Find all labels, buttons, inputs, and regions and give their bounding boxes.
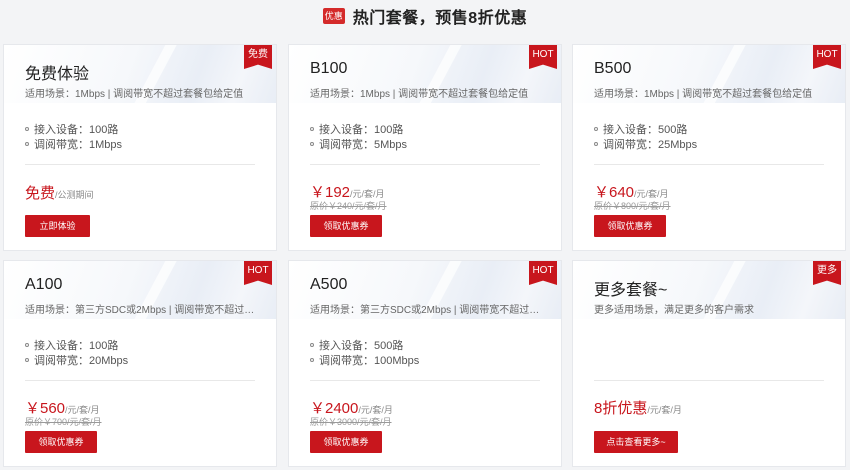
original-price: 原价￥240/元/套/月 [310,201,387,211]
plan-card-b100: HOT B100 适用场景：1Mbps | 调阅带宽不超过套餐包给定值 接入设备… [288,44,562,251]
feature-item: 调阅带宽：1Mbps [25,136,122,152]
feature-text: 接入设备：500路 [319,340,404,352]
feature-text: 调阅带宽：5Mbps [319,139,408,151]
feature-item: 调阅带宽：100Mbps [310,352,419,368]
plan-description: 更多适用场景，满足更多的客户需求 [594,305,754,316]
bullet-icon [25,127,29,132]
get-coupon-button[interactable]: 领取优惠券 [310,215,382,237]
plan-title: B500 [594,60,632,77]
plan-card-a100: HOT A100 适用场景：第三方SDC或2Mbps | 调阅带宽不超过套餐包给… [3,260,277,467]
get-coupon-button[interactable]: 领取优惠券 [25,431,97,453]
price-value: 免费 [25,185,56,202]
plan-description: 适用场景：第三方SDC或2Mbps | 调阅带宽不超过套餐包给定值 [310,305,545,316]
plan-title: 免费体验 [25,66,90,83]
bullet-icon [310,142,314,147]
plan-card-a500: HOT A500 适用场景：第三方SDC或2Mbps | 调阅带宽不超过套餐包给… [288,260,562,467]
feature-item: 调阅带宽：20Mbps [25,352,128,368]
price-value: 8折优惠 [594,400,648,417]
bullet-icon [25,358,29,363]
price-unit: /元/套/月 [647,405,682,415]
price-unit: /公测期间 [55,190,94,200]
bullet-icon [310,127,314,132]
feature-item: 调阅带宽：25Mbps [594,136,697,152]
divider [25,164,255,165]
page-header: 优惠 热门套餐，预售8折优惠 [0,0,850,32]
feature-item: 接入设备：100路 [310,121,403,137]
feature-item: 接入设备：500路 [310,337,403,353]
plan-description: 适用场景：1Mbps | 调阅带宽不超过套餐包给定值 [25,89,244,100]
price-unit: /元/套/月 [634,189,669,199]
plan-description: 适用场景：1Mbps | 调阅带宽不超过套餐包给定值 [310,89,529,100]
feature-text: 接入设备：100路 [34,124,119,136]
page-title: 热门套餐，预售8折优惠 [352,10,528,27]
plan-description: 适用场景：1Mbps | 调阅带宽不超过套餐包给定值 [594,89,813,100]
discount-icon: 优惠 [322,8,345,24]
feature-text: 接入设备：500路 [603,124,688,136]
bullet-icon [25,343,29,348]
bullet-icon [310,358,314,363]
get-coupon-button[interactable]: 领取优惠券 [310,431,382,453]
feature-text: 接入设备：100路 [319,124,404,136]
divider [310,380,540,381]
divider [594,380,824,381]
plan-title: A500 [310,276,348,293]
feature-text: 调阅带宽：20Mbps [34,355,129,367]
plan-price: 8折优惠/元/套/月 [594,397,682,418]
original-price: 原价￥800/元/套/月 [594,201,671,211]
bullet-icon [310,343,314,348]
bullet-icon [594,142,598,147]
plan-card-free: 免费 免费体验 适用场景：1Mbps | 调阅带宽不超过套餐包给定值 接入设备：… [3,44,277,251]
feature-item: 接入设备：100路 [25,121,118,137]
plan-title: B100 [310,60,348,77]
plan-title: 更多套餐~ [594,282,668,299]
plan-card-b500: HOT B500 适用场景：1Mbps | 调阅带宽不超过套餐包给定值 接入设备… [572,44,846,251]
price-unit: /元/套/月 [358,405,393,415]
divider [594,164,824,165]
feature-text: 调阅带宽：100Mbps [319,355,420,367]
feature-text: 调阅带宽：1Mbps [34,139,123,151]
price-unit: /元/套/月 [65,405,100,415]
feature-item: 调阅带宽：5Mbps [310,136,407,152]
try-now-button[interactable]: 立即体验 [25,215,90,237]
feature-item: 接入设备：500路 [594,121,687,137]
original-price: 原价￥3000/元/套/月 [310,417,392,427]
feature-text: 接入设备：100路 [34,340,119,352]
plan-title: A100 [25,276,63,293]
bullet-icon [594,127,598,132]
bullet-icon [25,142,29,147]
plan-description: 适用场景：第三方SDC或2Mbps | 调阅带宽不超过套餐包给定值 [25,305,260,316]
divider [310,164,540,165]
view-more-button[interactable]: 点击查看更多~ [594,431,678,453]
plan-price: 免费/公测期间 [25,182,94,203]
get-coupon-button[interactable]: 领取优惠券 [594,215,666,237]
plan-card-more: 更多 更多套餐~ 更多适用场景，满足更多的客户需求 8折优惠/元/套/月 点击查… [572,260,846,467]
price-unit: /元/套/月 [350,189,385,199]
divider [25,380,255,381]
original-price: 原价￥700/元/套/月 [25,417,102,427]
feature-text: 调阅带宽：25Mbps [603,139,698,151]
feature-item: 接入设备：100路 [25,337,118,353]
